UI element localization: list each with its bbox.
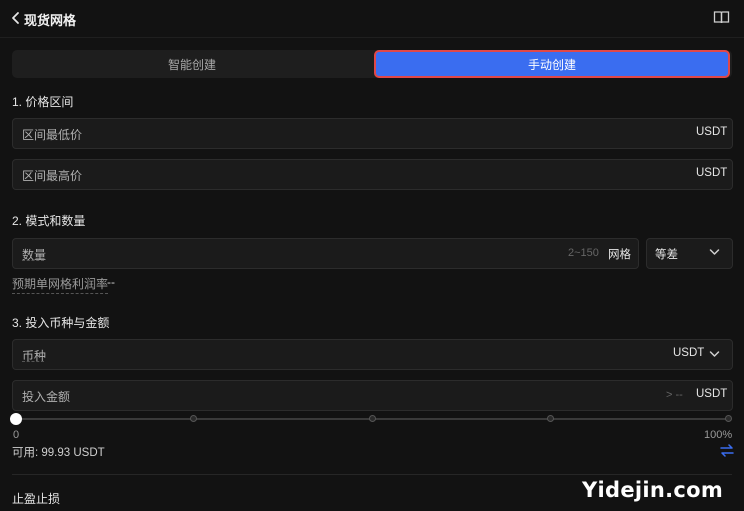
section-divider (12, 474, 732, 475)
investment-amount-hint: > -- (666, 389, 683, 401)
min-price-unit: USDT (696, 126, 728, 138)
grid-quantity-input[interactable] (12, 238, 639, 269)
transfer-icon[interactable] (720, 444, 734, 457)
grid-quantity-label-underline (22, 260, 44, 261)
slider-tick-50[interactable] (369, 415, 376, 422)
section-title-price-range: 1. 价格区间 (12, 95, 74, 109)
min-price-label: 区间最低价 (22, 128, 83, 142)
coin-select[interactable] (12, 339, 733, 370)
section-title-investment: 3. 投入币种与金额 (12, 316, 110, 330)
investment-amount-unit: USDT (696, 388, 728, 400)
coin-value: USDT (673, 347, 705, 359)
grid-mode-value: 等差 (655, 249, 678, 261)
slider-min-label: 0 (13, 429, 20, 441)
slider-tick-25[interactable] (190, 415, 197, 422)
max-price-label: 区间最高价 (22, 169, 83, 183)
available-balance: 可用: 99.93 USDT (12, 447, 105, 459)
grid-quantity-unit: 网格 (608, 249, 631, 261)
tab-manual-create[interactable]: 手动创建 (374, 50, 730, 78)
section-title-stop-profit-loss: 止盈止损 (12, 492, 61, 506)
expected-profit-value: -- (107, 275, 115, 289)
investment-amount-input[interactable] (12, 380, 733, 411)
max-price-input[interactable] (12, 159, 733, 190)
min-price-input[interactable] (12, 118, 733, 149)
watermark-text: Yidejin.com (582, 478, 724, 502)
amount-slider-thumb[interactable] (10, 413, 22, 425)
page-title: 现货网格 (24, 13, 77, 28)
slider-max-label: 100% (704, 429, 733, 441)
chevron-down-icon (709, 249, 720, 255)
tab-smart-create[interactable]: 智能创建 (12, 50, 372, 78)
chevron-left-icon[interactable] (9, 10, 23, 26)
expected-profit-label[interactable]: 预期单网格利润率 (12, 275, 109, 294)
slider-tick-100[interactable] (725, 415, 732, 422)
book-icon[interactable] (713, 10, 730, 25)
coin-label-underline (22, 361, 44, 362)
section-title-mode-quantity: 2. 模式和数量 (12, 214, 86, 228)
investment-amount-label: 投入金额 (22, 390, 71, 404)
grid-quantity-hint: 2~150 (568, 247, 599, 259)
max-price-unit: USDT (696, 167, 728, 179)
header-bar (0, 0, 744, 38)
slider-tick-75[interactable] (547, 415, 554, 422)
chevron-down-icon (709, 351, 720, 357)
